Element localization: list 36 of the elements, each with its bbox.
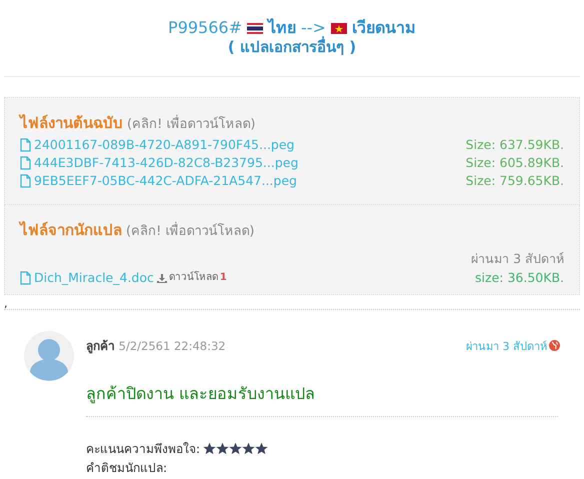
target-language: เวียดนาม bbox=[352, 18, 416, 38]
rating-label: คะแนนความพึงพอใจ: bbox=[86, 441, 200, 458]
file-link[interactable]: 9EB5EEF7-05BC-442C-ADFA-21A547...peg bbox=[20, 172, 297, 190]
flag-icon bbox=[330, 22, 347, 34]
comment-age[interactable]: ผ่านมา 3 สัปดาห์ bbox=[466, 336, 547, 354]
file-link[interactable]: Dich_Miracle_4.doc bbox=[20, 269, 154, 287]
globe-icon bbox=[549, 340, 560, 351]
avatar-icon bbox=[24, 330, 74, 382]
section-hint: (คลิก! เพื่อดาวน์โหลด) bbox=[126, 223, 254, 241]
download-icon bbox=[156, 274, 167, 282]
file-icon bbox=[20, 138, 31, 152]
order-id: P99566# bbox=[168, 18, 242, 37]
comment-message: ลูกค้าปิดงาน และยอมรับงานแปล bbox=[86, 381, 558, 417]
section-hint: (คลิก! เพื่อดาวน์โหลด) bbox=[127, 116, 256, 134]
flag-icon bbox=[247, 22, 263, 34]
comment-date: 5/2/2561 22:48:32 bbox=[118, 339, 226, 353]
stray-mark: , bbox=[4, 297, 8, 310]
section-title: ไฟล์งานต้นฉบับ bbox=[20, 114, 123, 132]
file-size: Size: 605.89KB. bbox=[466, 154, 564, 172]
file-icon bbox=[20, 156, 31, 170]
download-count: 1 bbox=[220, 271, 227, 285]
source-language: ไทย bbox=[268, 18, 296, 37]
file-size: Size: 759.65KB. bbox=[466, 172, 564, 190]
file-icon bbox=[20, 174, 31, 188]
section-title: ไฟล์จากนักแปล bbox=[20, 221, 122, 239]
comment-author: ลูกค้า bbox=[86, 339, 115, 353]
file-link[interactable]: 444E3DBF-7413-426D-82C8-B23795...peg bbox=[20, 154, 298, 172]
file-age: ผ่านมา 3 สัปดาห์ bbox=[470, 250, 564, 268]
subtitle: ( แปลเอกสารอื่นๆ ) bbox=[226, 38, 358, 56]
file-link[interactable]: 24001167-089B-4720-A891-790F45...peg bbox=[20, 136, 294, 154]
file-icon bbox=[20, 271, 31, 285]
file-size: size: 36.50KB. bbox=[475, 269, 564, 287]
feedback-label: คำติชมนักแปล: bbox=[86, 460, 168, 477]
download-label: ดาวน์โหลด bbox=[168, 270, 218, 285]
file-size: Size: 637.59KB. bbox=[466, 136, 564, 154]
arrow-text: --> bbox=[301, 18, 326, 37]
